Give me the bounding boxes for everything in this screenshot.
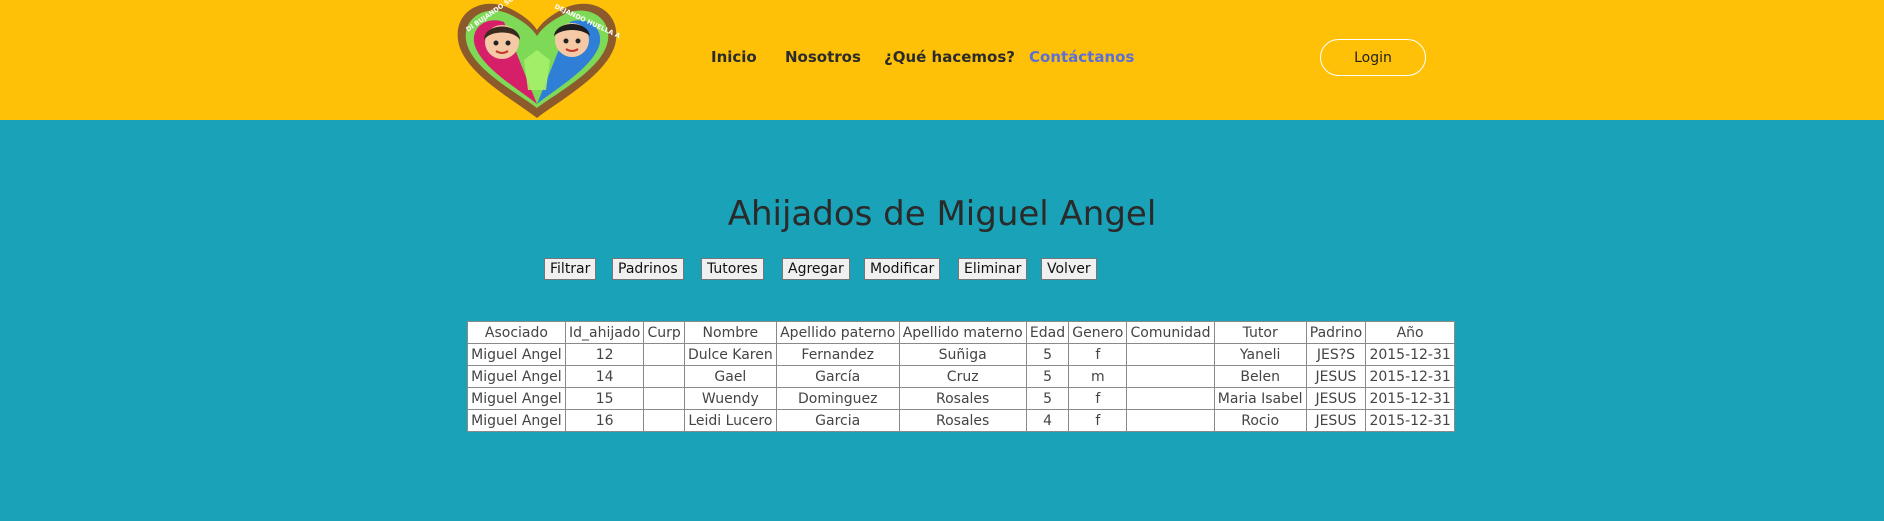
- cell-apellido-paterno: Fernandez: [775, 343, 900, 366]
- cell-padrino: JESUS: [1305, 365, 1367, 388]
- table-row: Miguel Angel 15 Wuendy Dominguez Rosales…: [467, 387, 1455, 410]
- table-row: Miguel Angel 12 Dulce Karen Fernandez Su…: [467, 343, 1455, 366]
- modificar-button[interactable]: Modificar: [864, 258, 941, 280]
- tutores-button[interactable]: Tutores: [701, 258, 764, 280]
- col-edad: Edad: [1025, 321, 1070, 344]
- cell-asociado: Miguel Angel: [467, 387, 566, 410]
- ahijados-table: Asociado Id_ahijado Curp Nombre Apellido…: [467, 321, 1455, 432]
- col-anio: Año: [1365, 321, 1455, 344]
- nav-inicio[interactable]: Inicio: [711, 48, 757, 66]
- cell-apellido-paterno: Dominguez: [775, 387, 900, 410]
- cell-id-ahijado: 14: [564, 365, 645, 388]
- volver-button[interactable]: Volver: [1041, 258, 1097, 280]
- cell-tutor: Rocio: [1213, 409, 1307, 432]
- cell-genero: f: [1068, 343, 1128, 366]
- cell-tutor: Yaneli: [1213, 343, 1307, 366]
- cell-edad: 5: [1025, 387, 1070, 410]
- filtrar-button[interactable]: Filtrar: [544, 258, 597, 280]
- table-header-row: Asociado Id_ahijado Curp Nombre Apellido…: [467, 321, 1455, 344]
- cell-edad: 5: [1025, 343, 1070, 366]
- cell-curp: [643, 409, 685, 432]
- cell-comunidad: [1126, 409, 1215, 432]
- cell-apellido-materno: Cruz: [898, 365, 1027, 388]
- cell-nombre: Wuendy: [683, 387, 777, 410]
- cell-tutor: Maria Isabel: [1213, 387, 1307, 410]
- cell-apellido-materno: Suñiga: [898, 343, 1027, 366]
- cell-anio: 2015-12-31: [1365, 409, 1455, 432]
- col-asociado: Asociado: [467, 321, 566, 344]
- logo-icon[interactable]: DI BUJANDO SONRISAS DEJANDO HUELLA A.C.: [454, 0, 620, 120]
- table-row: Miguel Angel 16 Leidi Lucero Garcia Rosa…: [467, 409, 1455, 432]
- cell-nombre: Leidi Lucero: [683, 409, 777, 432]
- cell-apellido-paterno: García: [775, 365, 900, 388]
- cell-anio: 2015-12-31: [1365, 387, 1455, 410]
- table-row: Miguel Angel 14 Gael García Cruz 5 m Bel…: [467, 365, 1455, 388]
- login-button[interactable]: Login: [1320, 39, 1426, 76]
- col-comunidad: Comunidad: [1126, 321, 1215, 344]
- nav-que-hacemos[interactable]: ¿Qué hacemos?: [884, 48, 1015, 66]
- col-apellido-materno: Apellido materno: [898, 321, 1027, 344]
- cell-anio: 2015-12-31: [1365, 343, 1455, 366]
- cell-comunidad: [1126, 387, 1215, 410]
- cell-asociado: Miguel Angel: [467, 409, 566, 432]
- col-tutor: Tutor: [1213, 321, 1307, 344]
- cell-id-ahijado: 15: [564, 387, 645, 410]
- col-nombre: Nombre: [683, 321, 777, 344]
- cell-apellido-paterno: Garcia: [775, 409, 900, 432]
- cell-edad: 4: [1025, 409, 1070, 432]
- nav-nosotros[interactable]: Nosotros: [785, 48, 861, 66]
- col-curp: Curp: [643, 321, 685, 344]
- cell-genero: f: [1068, 409, 1128, 432]
- cell-apellido-materno: Rosales: [898, 387, 1027, 410]
- site-header: DI BUJANDO SONRISAS DEJANDO HUELLA A.C. …: [0, 0, 1884, 120]
- cell-padrino: JESUS: [1305, 409, 1367, 432]
- cell-asociado: Miguel Angel: [467, 343, 566, 366]
- page-title: Ahijados de Miguel Angel: [727, 194, 1157, 234]
- cell-tutor: Belen: [1213, 365, 1307, 388]
- cell-asociado: Miguel Angel: [467, 365, 566, 388]
- cell-curp: [643, 365, 685, 388]
- cell-apellido-materno: Rosales: [898, 409, 1027, 432]
- cell-edad: 5: [1025, 365, 1070, 388]
- col-id-ahijado: Id_ahijado: [564, 321, 645, 344]
- cell-genero: f: [1068, 387, 1128, 410]
- cell-anio: 2015-12-31: [1365, 365, 1455, 388]
- nav-contactanos[interactable]: Contáctanos: [1029, 48, 1134, 66]
- cell-padrino: JESUS: [1305, 387, 1367, 410]
- cell-curp: [643, 343, 685, 366]
- cell-comunidad: [1126, 343, 1215, 366]
- cell-nombre: Gael: [683, 365, 777, 388]
- cell-comunidad: [1126, 365, 1215, 388]
- padrinos-button[interactable]: Padrinos: [612, 258, 684, 280]
- cell-genero: m: [1068, 365, 1128, 388]
- col-apellido-paterno: Apellido paterno: [775, 321, 900, 344]
- col-genero: Genero: [1068, 321, 1128, 344]
- cell-padrino: JES?S: [1305, 343, 1367, 366]
- cell-nombre: Dulce Karen: [683, 343, 777, 366]
- cell-curp: [643, 387, 685, 410]
- cell-id-ahijado: 16: [564, 409, 645, 432]
- col-padrino: Padrino: [1305, 321, 1367, 344]
- eliminar-button[interactable]: Eliminar: [958, 258, 1028, 280]
- cell-id-ahijado: 12: [564, 343, 645, 366]
- agregar-button[interactable]: Agregar: [782, 258, 850, 280]
